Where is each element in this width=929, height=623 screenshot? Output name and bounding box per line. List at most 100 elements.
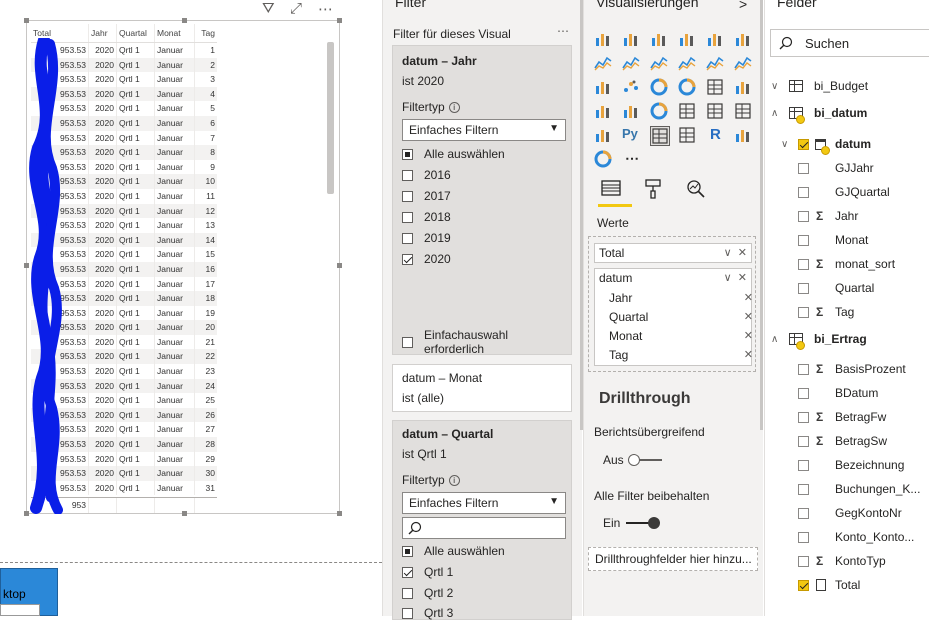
field-konto-konto-[interactable]: Konto_Konto... [765,525,929,549]
field-bdatum[interactable]: BDatum [765,381,929,405]
cross-report-toggle[interactable]: Aus [603,453,662,467]
filter-icon[interactable]: ⛛ [262,0,275,17]
resize-handle[interactable] [337,511,342,516]
option-checkbox[interactable] [402,566,413,578]
collapse-chevron-icon[interactable]: ∨ [781,139,791,150]
well-item-controls[interactable]: ∨ ✕ [724,271,747,284]
select-all-option[interactable]: Alle auswählen [402,144,505,164]
field-total[interactable]: Total [765,573,929,597]
field-checkbox[interactable] [798,435,809,447]
collapse-pane-icon[interactable]: > [739,0,747,12]
select-all-checkbox[interactable] [402,545,413,557]
stacked-bar-icon[interactable] [594,30,614,50]
field-checkbox[interactable] [798,234,809,246]
column-header-monat[interactable]: Monat [155,24,195,42]
field-checkbox[interactable] [798,282,809,294]
field-checkbox[interactable] [798,459,809,471]
field-checkbox[interactable] [798,531,809,543]
column-header-jahr[interactable]: Jahr [89,24,117,42]
field-checkbox[interactable] [798,555,809,567]
field-checkbox[interactable] [798,258,809,270]
gauge-icon[interactable] [650,102,670,122]
field-checkbox[interactable] [798,186,809,198]
table-bi-ertrag[interactable]: ∧ bi_Ertrag [765,327,929,351]
r-visual-icon[interactable]: R [706,126,726,146]
field-betragsw[interactable]: Σ BetragSw [765,429,929,453]
filter-option-qrtl-2[interactable]: Qrtl 2 [402,583,453,603]
ribbon-chart-icon[interactable] [734,54,754,74]
format-tab-icon[interactable] [642,178,672,206]
table-bi-budget[interactable]: ∨ bi_Budget [765,74,929,98]
filled-map-icon[interactable] [594,102,614,122]
single-select-option[interactable]: Einfachauswahl erforderlich [402,328,571,356]
filter-card-monat[interactable]: datum – Monat ist (alle) [392,364,572,412]
option-checkbox[interactable] [402,587,413,599]
field-checkbox[interactable] [798,138,809,150]
field-betragfw[interactable]: Σ BetragFw [765,405,929,429]
chevron-down-icon[interactable]: ∨ [724,272,732,284]
remove-icon[interactable]: ✕ [744,310,753,323]
waterfall-icon[interactable] [594,78,614,98]
field-tag[interactable]: Σ Tag [765,300,929,324]
matrix-visual-icon[interactable] [678,126,698,146]
filter-option-2018[interactable]: 2018 [402,207,451,227]
expand-chevron-icon[interactable]: ∨ [771,81,781,92]
filter-search-input[interactable] [402,517,566,539]
filter-option-2016[interactable]: 2016 [402,165,451,185]
card-icon[interactable] [678,102,698,122]
area-chart-icon[interactable] [622,54,642,74]
field-checkbox[interactable] [798,387,809,399]
field-jahr[interactable]: Σ Jahr [765,204,929,228]
fields-search-input[interactable]: Suchen [770,29,929,57]
slicer-icon[interactable] [594,126,614,146]
stacked-area-icon[interactable] [650,54,670,74]
values-well[interactable]: Total ∨ ✕ datum ∨ ✕ Jahr ✕ Quartal ✕ Monat… [588,236,756,372]
100-bar-icon[interactable] [706,30,726,50]
filter-option-qrtl-1[interactable]: Qrtl 1 [402,562,453,582]
key-influencers-icon[interactable] [734,126,754,146]
option-checkbox[interactable] [402,190,413,202]
well-item-total[interactable]: Total ∨ ✕ [594,243,752,263]
clustered-bar-icon[interactable] [650,30,670,50]
line-column-icon[interactable] [678,54,698,74]
remove-icon[interactable]: ✕ [738,247,747,259]
visualizations-pane-scrollbar[interactable] [760,0,763,430]
donut-chart-icon[interactable] [678,78,698,98]
select-all-checkbox[interactable] [402,148,413,160]
line-chart-icon[interactable] [594,54,614,74]
remove-icon[interactable]: ✕ [744,329,753,342]
well-subitem-tag[interactable]: Tag ✕ [597,346,757,365]
field-gjquartal[interactable]: GJQuartal [765,180,929,204]
toggle-knob[interactable] [627,454,640,466]
toggle-knob[interactable] [648,517,661,529]
globe-icon[interactable] [594,150,614,170]
resize-handle[interactable] [337,263,342,268]
field-bezeichnung[interactable]: Bezeichnung [765,453,929,477]
100-column-icon[interactable] [734,30,754,50]
table-bi-datum[interactable]: ∧ bi_datum [765,101,929,125]
collapse-chevron-icon[interactable]: ∧ [771,108,781,119]
column-header-quartal[interactable]: Quartal [117,24,155,42]
remove-icon[interactable]: ✕ [744,291,753,304]
hierarchy-datum[interactable]: ∨ datum [765,132,929,156]
treemap-icon[interactable] [706,78,726,98]
well-subitem-monat[interactable]: Monat ✕ [597,327,757,346]
field-checkbox[interactable] [798,162,809,174]
drillthrough-drop-zone[interactable]: Drillthroughfelder hier hinzu... [588,547,758,571]
well-item-controls[interactable]: ∨ ✕ [724,246,747,259]
table-visual-icon[interactable] [650,126,670,146]
field-checkbox[interactable] [798,411,809,423]
field-monat[interactable]: Monat [765,228,929,252]
field-kontotyp[interactable]: Σ KontoTyp [765,549,929,573]
analytics-tab-icon[interactable] [684,178,714,206]
well-subitem-jahr[interactable]: Jahr ✕ [597,289,757,308]
select-all-option[interactable]: Alle auswählen [402,541,505,561]
field-monat-sort[interactable]: Σmonat_sort [765,252,929,276]
resize-handle[interactable] [24,18,29,23]
field-basisprozent[interactable]: Σ BasisProzent [765,357,929,381]
field-quartal[interactable]: Quartal [765,276,929,300]
field-checkbox[interactable] [798,363,809,375]
well-subitem-quartal[interactable]: Quartal ✕ [597,308,757,327]
more-options-icon[interactable]: ⋯ [557,24,569,38]
option-checkbox[interactable] [402,253,413,265]
